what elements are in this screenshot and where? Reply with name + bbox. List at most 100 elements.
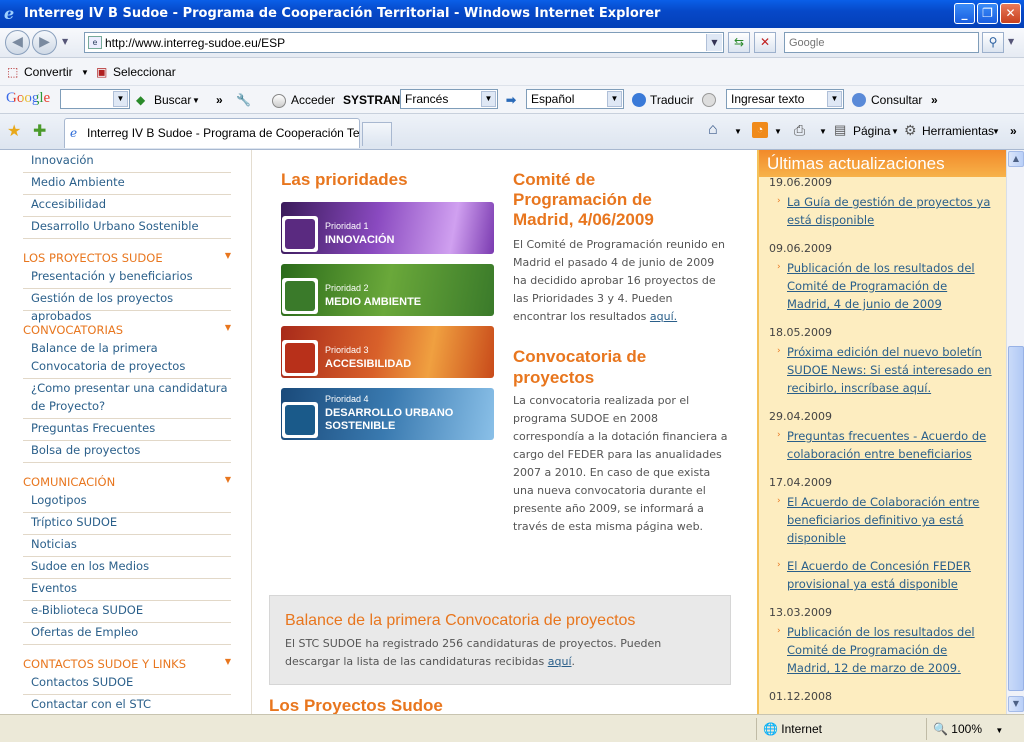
nav-item-innovacion[interactable]: Innovación [31, 151, 236, 169]
scroll-up-icon[interactable]: ▲ [1008, 151, 1024, 167]
comite-title: Comité de Programación de Madrid, 4/06/2… [513, 170, 743, 230]
update-link[interactable]: El Acuerdo de Colaboración entre benefic… [787, 493, 993, 547]
nav-item-eventos[interactable]: Eventos [31, 579, 236, 597]
zoom-dropdown-icon[interactable]: ▼ [995, 726, 1003, 735]
home-dropdown-icon[interactable]: ▼ [734, 127, 742, 136]
title-bar: e Interreg IV B Sudoe - Programa de Coop… [0, 0, 1024, 28]
google-query-dropdown-icon[interactable]: ▼ [113, 91, 128, 107]
nav-item-medio-ambiente[interactable]: Medio Ambiente [31, 173, 236, 191]
new-tab-button[interactable] [362, 122, 392, 146]
favorites-star-icon[interactable]: ★ [7, 121, 21, 140]
nav-item-contactos-sudoe[interactable]: Contactos SUDOE [31, 673, 236, 691]
nav-item-balance[interactable]: Balance de la primera Convocatoria de pr… [31, 339, 236, 375]
nav-item-gestion[interactable]: Gestión de los proyectos aprobados [31, 289, 236, 325]
toolbar-overflow-icon[interactable]: » [931, 93, 938, 107]
add-favorite-icon[interactable]: ✚ [33, 121, 46, 140]
tab-interreg-sudoe[interactable]: e Interreg IV B Sudoe - Programa de Coop… [64, 118, 360, 148]
stop-button[interactable]: ✕ [754, 32, 776, 53]
tools-menu-dropdown-icon[interactable]: ▼ [992, 127, 1000, 136]
search-icon[interactable]: ⚲ [982, 32, 1004, 53]
security-zone[interactable]: 🌐 Internet [756, 718, 926, 740]
nav-item-como-presentar[interactable]: ¿Como presentar una candidatura de Proye… [31, 379, 236, 415]
translate-options-icon[interactable] [702, 93, 716, 107]
zoom-control[interactable]: 🔍 100% ▼ [926, 718, 1024, 740]
nav-section-contactos[interactable]: CONTACTOS SUDOE Y LINKS ▼ [23, 655, 233, 673]
feeds-icon[interactable]: ◔ [752, 122, 768, 138]
input-text-dropdown-icon[interactable]: ▼ [827, 91, 842, 107]
nav-item-ofertas[interactable]: Ofertas de Empleo [31, 623, 236, 641]
page-menu[interactable]: Página [853, 124, 890, 138]
update-date: 13.03.2009 [769, 606, 832, 619]
nav-item-sudoe-medios[interactable]: Sudoe en los Medios [31, 557, 236, 575]
address-dropdown-icon[interactable]: ▼ [706, 34, 722, 51]
prioridad-2-banner[interactable]: Prioridad 2 MEDIO AMBIENTE [281, 264, 494, 316]
scroll-thumb[interactable] [1008, 346, 1024, 691]
acceder-button[interactable]: Acceder [291, 93, 335, 107]
navigation-bar: ◀ ▶ ▼ e ▼ ⇆ ✕ ⚲ ▼ [0, 28, 1024, 58]
google-query-input[interactable]: ▼ [60, 89, 130, 109]
wrench-icon[interactable]: 🔧 [236, 93, 251, 107]
nav-item-bolsa[interactable]: Bolsa de proyectos [31, 441, 236, 459]
print-dropdown-icon[interactable]: ▼ [819, 127, 827, 136]
search-input[interactable] [785, 33, 978, 52]
nav-section-proyectos[interactable]: LOS PROYECTOS SUDOE ▼ [23, 249, 233, 267]
more-chevron-icon[interactable]: » [216, 93, 223, 107]
select-button[interactable]: Seleccionar [113, 65, 176, 79]
buscar-button[interactable]: Buscar [154, 93, 191, 107]
search-box[interactable] [784, 32, 979, 53]
nav-item-noticias[interactable]: Noticias [31, 535, 236, 553]
print-icon[interactable]: ⎙ [794, 122, 805, 139]
back-button[interactable]: ◀ [5, 30, 30, 55]
vertical-scrollbar[interactable]: ▲ ▼ [1006, 150, 1024, 714]
tools-menu[interactable]: Herramientas [922, 124, 994, 138]
consult-button[interactable]: Consultar [871, 93, 922, 107]
nav-item-contactar-stc[interactable]: Contactar con el STC [31, 695, 236, 713]
tabbar-overflow-icon[interactable]: » [1010, 124, 1017, 138]
convert-button[interactable]: Convertir [24, 65, 73, 79]
convert-icon: ⬚ [7, 65, 19, 79]
prioridad-1-banner[interactable]: Prioridad 1 INNOVACIÓN [281, 202, 494, 254]
source-language-dropdown-icon[interactable]: ▼ [481, 91, 496, 107]
target-language-dropdown-icon[interactable]: ▼ [607, 91, 622, 107]
update-link[interactable]: Publicación de los resultados del Comité… [787, 623, 993, 677]
history-dropdown-icon[interactable]: ▼ [62, 37, 68, 46]
update-link[interactable]: Publicación de los resultados del Comité… [787, 259, 993, 313]
update-link[interactable]: La Guía de gestión de proyectos ya está … [787, 193, 993, 229]
address-input[interactable] [105, 34, 701, 51]
home-icon[interactable]: ⌂ [708, 121, 718, 139]
page-menu-dropdown-icon[interactable]: ▼ [891, 127, 899, 136]
nav-separator [23, 644, 231, 645]
update-link[interactable]: El Acuerdo de Concesión FEDER provisiona… [787, 557, 993, 593]
target-language-select[interactable]: Español ▼ [526, 89, 624, 109]
nav-section-convocatorias[interactable]: CONVOCATORIAS ▼ [23, 321, 233, 339]
balance-link[interactable]: aquí [548, 655, 572, 668]
maximize-button[interactable]: ❐ [977, 3, 998, 24]
nav-item-preguntas[interactable]: Preguntas Frecuentes [31, 419, 236, 437]
translate-button[interactable]: Traducir [650, 93, 694, 107]
input-text-select[interactable]: Ingresar texto ▼ [726, 89, 844, 109]
prioridad-3-banner[interactable]: Prioridad 3 ACCESIBILIDAD [281, 326, 494, 378]
scroll-down-icon[interactable]: ▼ [1008, 696, 1024, 712]
buscar-dropdown-icon[interactable]: ▼ [192, 96, 200, 105]
update-link[interactable]: Preguntas frecuentes - Acuerdo de colabo… [787, 427, 993, 463]
prioridad-4-banner[interactable]: Prioridad 4 DESARROLLO URBANO SOSTENIBLE [281, 388, 494, 440]
nav-item-presentacion[interactable]: Presentación y beneficiarios [31, 267, 236, 285]
comite-link[interactable]: aquí. [650, 310, 677, 323]
feeds-dropdown-icon[interactable]: ▼ [774, 127, 782, 136]
close-button[interactable]: ✕ [1000, 3, 1021, 24]
source-language-select[interactable]: Francés ▼ [400, 89, 498, 109]
forward-button[interactable]: ▶ [32, 30, 57, 55]
nav-item-logotipos[interactable]: Logotipos [31, 491, 236, 509]
minimize-button[interactable]: _ [954, 3, 975, 24]
nav-item-accesibilidad[interactable]: Accesibilidad [31, 195, 236, 213]
update-link[interactable]: Próxima edición del nuevo boletín SUDOE … [787, 343, 993, 397]
refresh-button[interactable]: ⇆ [728, 32, 750, 53]
search-options-icon[interactable]: ▼ [1008, 37, 1014, 46]
nav-section-comunicacion[interactable]: COMUNICACIÓN ▼ [23, 473, 233, 491]
nav-item-triptico[interactable]: Tríptico SUDOE [31, 513, 236, 531]
nav-item-desarrollo-urbano[interactable]: Desarrollo Urbano Sostenible [31, 217, 236, 235]
address-bar[interactable]: e ▼ [84, 32, 724, 53]
convert-dropdown-icon[interactable]: ▼ [81, 68, 89, 77]
nav-item-biblioteca[interactable]: e-Biblioteca SUDOE [31, 601, 236, 619]
section-arrow-icon: ▼ [224, 323, 231, 332]
